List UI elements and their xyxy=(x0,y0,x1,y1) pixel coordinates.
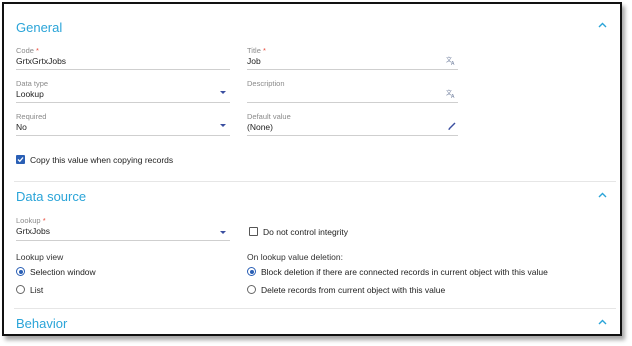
dropdown-caret-icon[interactable] xyxy=(220,124,226,127)
chevron-up-icon[interactable] xyxy=(598,317,608,325)
section-title-behavior: Behavior xyxy=(16,316,68,331)
lookup-underline xyxy=(16,240,230,241)
title-field-underline xyxy=(247,69,458,70)
title-label: Title * xyxy=(247,46,266,55)
copy-value-checkbox[interactable] xyxy=(16,155,25,164)
section-title-general: General xyxy=(16,20,63,35)
section-divider xyxy=(14,181,616,182)
do-not-control-integrity-checkbox[interactable] xyxy=(249,227,258,236)
code-field-underline xyxy=(16,69,230,70)
radio-delete-records[interactable] xyxy=(247,285,256,294)
code-label: Code * xyxy=(16,46,39,55)
lookup-label: Lookup * xyxy=(16,216,46,225)
radio-list-label: List xyxy=(30,285,44,295)
code-field[interactable]: GrtxGrtxJobs xyxy=(16,56,66,66)
radio-selection-window-label: Selection window xyxy=(30,267,96,277)
chevron-up-icon[interactable] xyxy=(598,20,608,28)
section-divider xyxy=(14,308,616,309)
required-underline xyxy=(16,135,230,136)
data-type-select[interactable]: Lookup xyxy=(16,89,44,99)
radio-selection-window[interactable] xyxy=(16,267,25,276)
translate-icon[interactable]: 文A xyxy=(446,56,456,67)
dropdown-caret-icon[interactable] xyxy=(220,231,226,234)
radio-block-deletion-label: Block deletion if there are connected re… xyxy=(261,267,548,277)
svg-text:A: A xyxy=(451,94,455,98)
chevron-up-icon[interactable] xyxy=(598,190,608,198)
do-not-control-integrity-label: Do not control integrity xyxy=(263,227,349,237)
radio-list[interactable] xyxy=(16,285,25,294)
default-value-field[interactable]: (None) xyxy=(247,122,273,132)
data-type-label: Data type xyxy=(16,79,49,88)
copy-value-label: Copy this value when copying records xyxy=(30,155,174,165)
on-deletion-label: On lookup value deletion: xyxy=(247,252,343,262)
description-label: Description xyxy=(247,79,285,88)
description-underline xyxy=(247,102,458,103)
translate-icon[interactable]: 文A xyxy=(446,89,456,100)
radio-delete-records-label: Delete records from current object with … xyxy=(261,285,446,295)
required-label: Required xyxy=(16,112,47,121)
dropdown-caret-icon[interactable] xyxy=(220,91,226,94)
section-title-data-source: Data source xyxy=(16,189,87,204)
pencil-icon[interactable] xyxy=(448,122,456,132)
svg-text:A: A xyxy=(451,61,455,65)
lookup-view-label: Lookup view xyxy=(16,252,64,262)
lookup-select[interactable]: GrtxJobs xyxy=(16,226,50,236)
radio-block-deletion[interactable] xyxy=(247,267,256,276)
window-frame: General Code * GrtxGrtxJobs Title * Job … xyxy=(2,2,622,336)
default-value-label: Default value xyxy=(247,112,291,121)
title-field[interactable]: Job xyxy=(247,56,261,66)
default-value-underline xyxy=(247,135,458,136)
data-type-underline xyxy=(16,102,230,103)
required-select[interactable]: No xyxy=(16,122,27,132)
